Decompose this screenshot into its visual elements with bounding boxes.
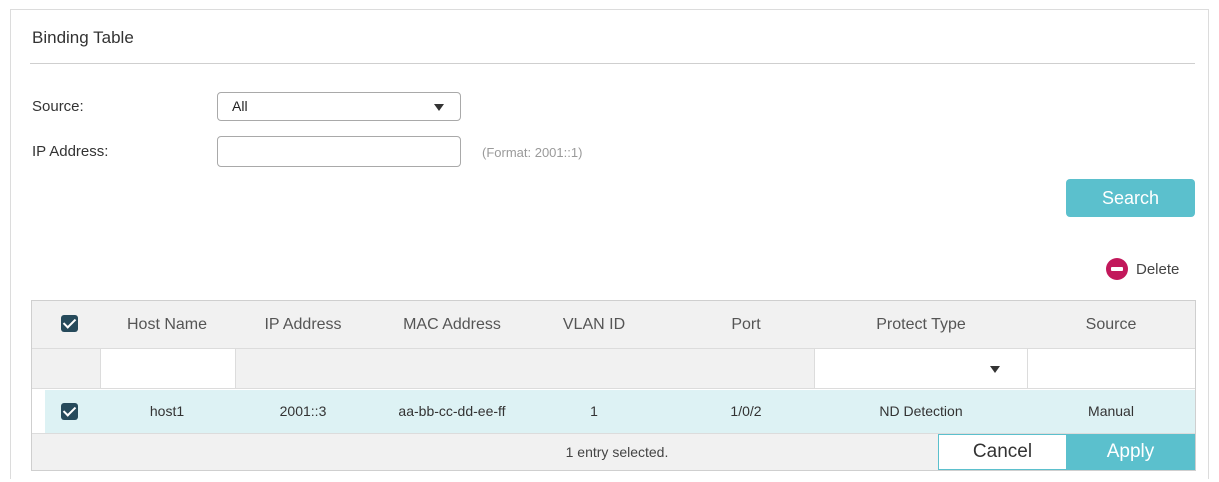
table-row[interactable]: host1 2001::3 aa-bb-cc-dd-ee-ff 1 1/0/2 … — [45, 390, 1195, 433]
cell-port: 1/0/2 — [730, 403, 762, 419]
delete-button[interactable]: Delete — [1106, 257, 1179, 281]
search-button[interactable]: Search — [1066, 179, 1195, 217]
source-filter-select[interactable] — [1027, 349, 1195, 388]
cell-ip-address: 2001::3 — [279, 403, 327, 419]
apply-button[interactable]: Apply — [1066, 434, 1195, 470]
cell-protect-type: ND Detection — [879, 403, 963, 419]
cell-mac-address: aa-bb-cc-dd-ee-ff — [398, 403, 506, 419]
source-select-value: All — [232, 98, 248, 114]
select-all-checkbox[interactable] — [61, 315, 78, 332]
host-name-filter-input[interactable] — [100, 349, 236, 388]
column-header-port[interactable]: Port — [654, 301, 838, 348]
panel-title: Binding Table — [32, 28, 134, 47]
column-header-ip-address[interactable]: IP Address — [236, 301, 370, 348]
selection-status: 1 entry selected. — [565, 444, 669, 460]
source-label: Source: — [32, 98, 84, 115]
table-header-row: Host Name IP Address MAC Address VLAN ID… — [32, 301, 1195, 349]
binding-table: Host Name IP Address MAC Address VLAN ID… — [31, 300, 1196, 471]
protect-type-filter-select[interactable] — [814, 349, 1028, 388]
cell-vlan-id: 1 — [590, 403, 598, 419]
ip-address-input[interactable] — [217, 136, 461, 167]
title-divider — [30, 63, 1195, 64]
column-header-source[interactable]: Source — [1027, 301, 1195, 348]
delete-label: Delete — [1136, 260, 1180, 278]
cell-host-name: host1 — [149, 403, 185, 419]
column-header-mac-address[interactable]: MAC Address — [370, 301, 534, 348]
minus-circle-icon — [1106, 258, 1128, 280]
ip-format-hint: (Format: 2001::1) — [482, 145, 583, 160]
column-header-protect-type[interactable]: Protect Type — [815, 301, 1027, 348]
table-footer: 1 entry selected. Cancel Apply — [32, 433, 1195, 470]
column-header-vlan-id[interactable]: VLAN ID — [534, 301, 654, 348]
caret-down-icon — [990, 366, 1000, 373]
ip-address-label: IP Address: — [32, 143, 109, 160]
source-select[interactable]: All — [217, 92, 461, 121]
table-filter-row — [32, 349, 1195, 389]
column-header-host-name[interactable]: Host Name — [100, 301, 234, 348]
caret-down-icon — [434, 104, 444, 111]
cell-source: Manual — [1088, 403, 1134, 419]
row-checkbox[interactable] — [61, 403, 78, 420]
cancel-button[interactable]: Cancel — [938, 434, 1067, 470]
